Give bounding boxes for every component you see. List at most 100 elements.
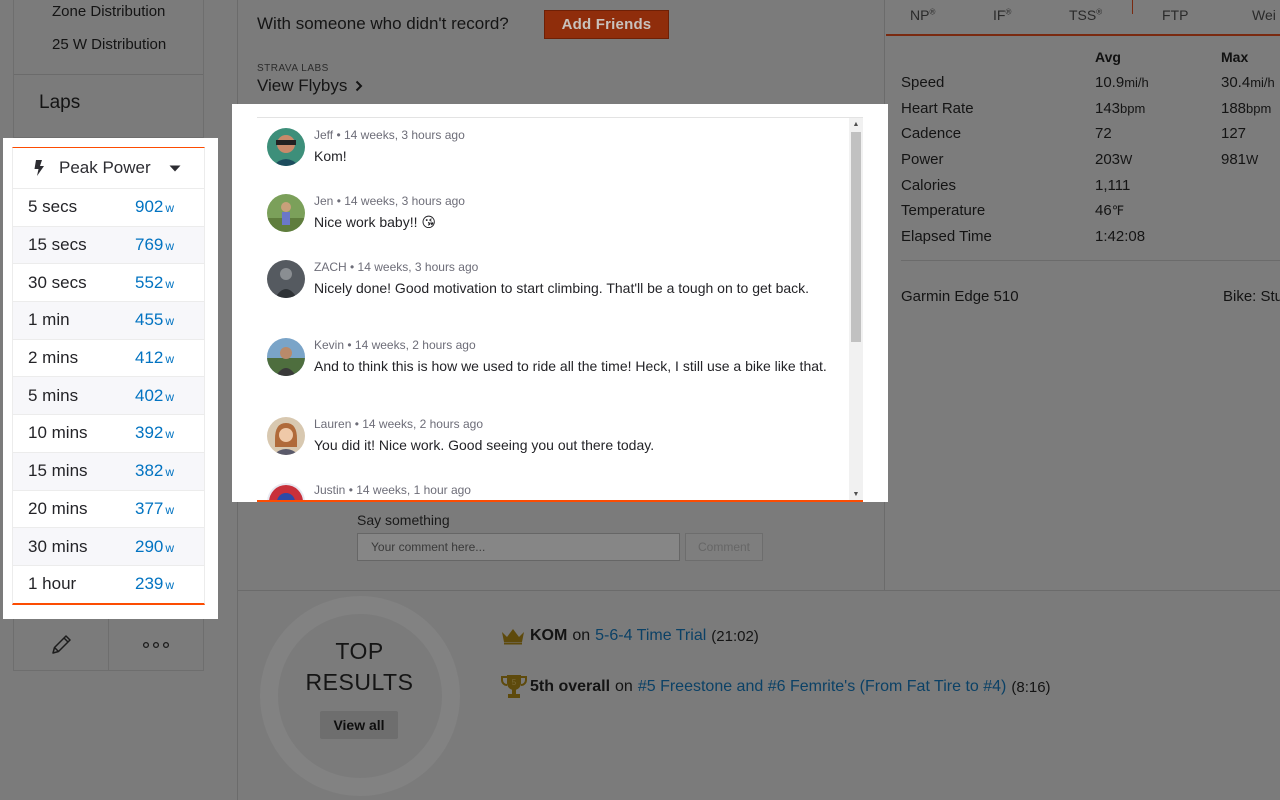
peak-power-row: 20 mins 377 w <box>13 489 204 528</box>
bike-name[interactable]: Bike: Stu <box>1223 288 1280 305</box>
top-results-title: TOP RESULTS <box>238 636 481 698</box>
avatar[interactable] <box>267 338 305 376</box>
avg-column-header: Avg <box>1095 49 1121 65</box>
power-value: 239 w <box>135 574 175 594</box>
duration: 1 hour <box>28 574 77 594</box>
avatar[interactable] <box>267 260 305 298</box>
avatar[interactable] <box>267 483 305 500</box>
duration: 1 min <box>28 310 70 330</box>
comment-text: Nice work baby!! 😘 <box>314 214 436 230</box>
peak-power-row: 10 mins 392 w <box>13 414 204 452</box>
nav-laps[interactable]: Laps <box>39 92 80 114</box>
add-friends-button[interactable]: Add Friends <box>544 10 669 39</box>
peak-power-panel: Peak Power 5 secs 902 w 15 secs 769 w 30 sec… <box>3 138 218 619</box>
power-value: 769 w <box>135 235 175 255</box>
tab-if[interactable]: IF® <box>993 7 1011 23</box>
scroll-down-arrow-icon[interactable]: ▼ <box>849 488 863 500</box>
avatar[interactable] <box>267 417 305 455</box>
avatar[interactable] <box>267 194 305 232</box>
stat-avg: 46℉ <box>1095 202 1125 219</box>
power-value: 382 w <box>135 461 175 481</box>
scroll-up-arrow-icon[interactable]: ▲ <box>849 118 863 130</box>
result-time: (21:02) <box>711 627 759 645</box>
duration: 30 mins <box>28 536 88 556</box>
stat-row-elapsed-time: Elapsed Time 1:42:08 <box>901 228 1280 253</box>
tab-tss[interactable]: TSS® <box>1069 7 1102 23</box>
info-icon: ® <box>1096 7 1103 17</box>
power-value: 290 w <box>135 536 175 556</box>
duration: 2 mins <box>28 348 79 368</box>
svg-text:5: 5 <box>512 678 517 687</box>
activity-actions <box>13 619 204 671</box>
comment-meta: Jeff • 14 weeks, 3 hours ago <box>314 128 465 142</box>
tab-np[interactable]: NP® <box>910 7 935 23</box>
result-row-kom: KOM on 5-6-4 Time Trial (21:02) <box>500 627 759 645</box>
duration: 5 secs <box>28 197 78 217</box>
stat-max: 127 <box>1221 125 1247 142</box>
info-icon: ® <box>929 7 936 17</box>
comment-author[interactable]: ZACH <box>314 260 347 274</box>
result-rank: KOM <box>530 627 568 644</box>
result-row-overall: 5 5th overall on #5 Freestone and #6 Fem… <box>500 673 1051 701</box>
power-value: 402 w <box>135 385 175 405</box>
device-name: Garmin Edge 510 <box>901 288 1019 305</box>
power-value: 412 w <box>135 348 175 368</box>
view-all-button[interactable]: View all <box>320 711 398 739</box>
stat-label: Power <box>901 151 944 168</box>
lightning-bolt-icon <box>33 160 47 176</box>
power-value: 902 w <box>135 197 175 217</box>
comment-input[interactable] <box>357 533 680 561</box>
stat-row-heart-rate: Heart Rate 143bpm 188bpm <box>901 100 1280 125</box>
view-flybys-link[interactable]: View Flybys <box>257 76 363 96</box>
record-prompt: With someone who didn't record? <box>257 14 509 33</box>
stat-max: 981W <box>1221 151 1259 168</box>
stat-avg: 10.9mi/h <box>1095 74 1149 91</box>
tab-ftp[interactable]: FTP <box>1162 7 1188 23</box>
segment-link[interactable]: 5-6-4 Time Trial <box>595 627 706 645</box>
comment-time: 14 weeks, 3 hours ago <box>357 260 479 274</box>
duration: 20 mins <box>28 498 88 518</box>
result-on: on <box>615 678 633 695</box>
peak-power-rows: 5 secs 902 w 15 secs 769 w 30 secs 552 w 1 min… <box>13 188 204 603</box>
duration: 5 mins <box>28 385 79 405</box>
power-value: 552 w <box>135 272 175 292</box>
comment-author[interactable]: Justin <box>314 483 345 497</box>
divider <box>14 74 203 75</box>
peak-power-title: Peak Power <box>59 158 151 177</box>
avatar[interactable] <box>267 128 305 166</box>
labs-label: STRAVA LABS <box>257 63 329 74</box>
comment-author[interactable]: Kevin <box>314 338 344 352</box>
comment-text: Kom! <box>314 148 347 164</box>
comment-meta: Kevin • 14 weeks, 2 hours ago <box>314 338 476 352</box>
comments-list[interactable]: Jeff • 14 weeks, 3 hours ago Kom! Jen • … <box>257 117 863 502</box>
comments-scrollbar[interactable]: ▲ ▼ <box>849 118 863 500</box>
duration: 30 secs <box>28 272 87 292</box>
peak-power-row: 15 mins 382 w <box>13 451 204 490</box>
comment-time: 14 weeks, 1 hour ago <box>356 483 471 497</box>
more-button[interactable] <box>109 619 203 670</box>
stat-row-cadence: Cadence 72 127 <box>901 125 1280 150</box>
comments-panel: Jeff • 14 weeks, 3 hours ago Kom! Jen • … <box>232 104 888 502</box>
result-rank: 5th overall <box>530 678 611 695</box>
peak-power-row: 1 hour 239 w <box>13 564 204 603</box>
comment-time: 14 weeks, 3 hours ago <box>344 128 465 142</box>
duration: 15 secs <box>28 235 87 255</box>
nav-25w-distribution[interactable]: 25 W Distribution <box>52 36 166 53</box>
edit-button[interactable] <box>14 619 109 670</box>
max-column-header: Max <box>1221 49 1249 65</box>
comment-meta: Jen • 14 weeks, 3 hours ago <box>314 194 465 208</box>
peak-power-dropdown[interactable]: Peak Power <box>13 148 204 188</box>
comment-text: And to think this is how we used to ride… <box>314 358 827 374</box>
comment-author[interactable]: Lauren <box>314 417 351 431</box>
peak-power-row: 30 mins 290 w <box>13 527 204 565</box>
comment-author[interactable]: Jen <box>314 194 333 208</box>
scrollbar-thumb[interactable] <box>851 132 861 342</box>
nav-zone-distribution[interactable]: Zone Distribution <box>52 3 165 20</box>
comment-author[interactable]: Jeff <box>314 128 333 142</box>
tab-weight[interactable]: Wei <box>1252 7 1276 23</box>
more-dots-icon <box>142 641 170 648</box>
comment-submit-button[interactable]: Comment <box>685 533 763 561</box>
segment-link[interactable]: #5 Freestone and #6 Femrite's (From Fat … <box>638 678 1007 696</box>
peak-power-row: 1 min 455 w <box>13 301 204 339</box>
tab-divider <box>1132 0 1133 14</box>
